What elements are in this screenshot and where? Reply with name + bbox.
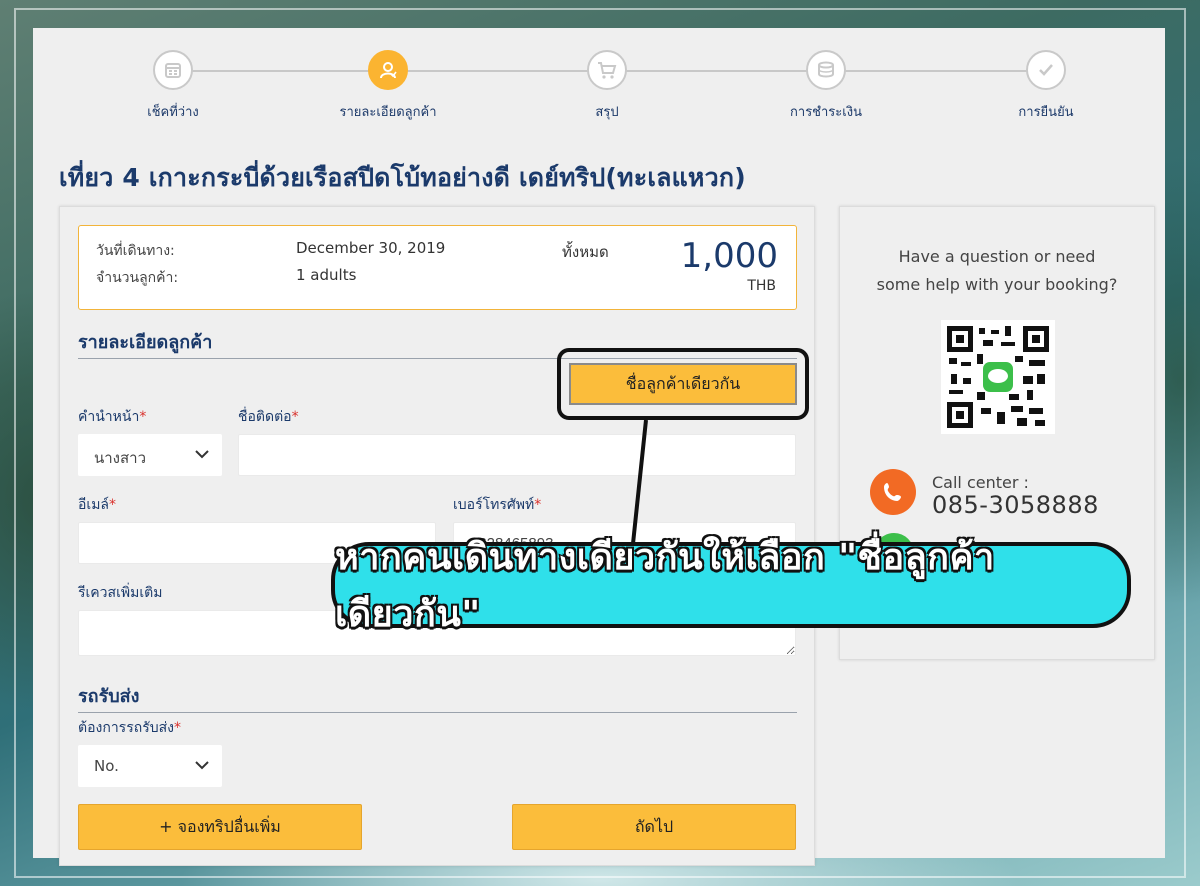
travel-date-value: December 30, 2019 [296, 239, 446, 257]
instruction-callout: หากคนเดินทางเดียวกันให้เลือก "ชื่อลูกค้า… [331, 537, 1131, 635]
step-label: เช็คที่ว่าง [147, 105, 199, 120]
travel-date-label: วันที่เดินทาง: [96, 243, 175, 259]
step-label: รายละเอียดลูกค้า [339, 105, 437, 120]
callout-text: หากคนเดินทางเดียวกันให้เลือก "ชื่อลูกค้า… [335, 537, 995, 635]
transfer-section-title: รถรับส่ง [78, 681, 797, 713]
step-customer-details: รายละเอียดลูกค้า [308, 40, 468, 122]
progress-steps: เช็คที่ว่าง รายละเอียดลูกค้า สรุป การชำร… [93, 40, 1113, 130]
page-title: เที่ยว 4 เกาะกระบี่ด้วยเรือสปีดโบ้ทอย่าง… [59, 163, 746, 192]
step-label: สรุป [595, 105, 619, 120]
check-icon [1026, 50, 1066, 90]
total-price: 1,000 [680, 236, 778, 276]
call-center-number[interactable]: 085-3058888 [932, 491, 1099, 519]
next-button[interactable]: ถัดไป [512, 804, 796, 850]
help-text: Have a question or need some help with y… [840, 243, 1154, 299]
booking-summary: วันที่เดินทาง: December 30, 2019 จำนวนลู… [78, 225, 797, 310]
same-customer-name-button[interactable]: ชื่อลูกค้าเดียวกัน [569, 363, 797, 405]
step-confirmation: การยืนยัน [966, 40, 1126, 122]
step-summary: สรุป [527, 40, 687, 122]
coins-icon [806, 50, 846, 90]
step-payment: การชำระเงิน [746, 40, 906, 122]
contact-name-field[interactable] [238, 434, 796, 476]
prefix-select[interactable]: นางสาว [78, 434, 222, 476]
line-qr-code [941, 320, 1055, 434]
cart-icon [587, 50, 627, 90]
add-trip-button[interactable]: + จองทริปอื่นเพิ่ม [78, 804, 362, 850]
contact-name-label: ชื่อติดต่อ* [238, 409, 299, 425]
prefix-label: คำนำหน้า* [78, 409, 147, 425]
phone-icon[interactable] [870, 469, 916, 515]
total-label: ทั้งหมด [562, 243, 609, 261]
phone-label: เบอร์โทรศัพท์* [453, 497, 542, 513]
user-icon [368, 50, 408, 90]
guests-label: จำนวนลูกค้า: [96, 270, 179, 286]
transfer-need-label: ต้องการรถรับส่ง* [78, 720, 181, 736]
prefix-selected-value: นางสาว [94, 449, 147, 467]
request-label: รีเควสเพิ่มเติม [78, 585, 163, 601]
chevron-down-icon [195, 761, 209, 770]
guests-value: 1 adults [296, 266, 357, 284]
help-line-1: Have a question or need [898, 247, 1096, 266]
calendar-icon [153, 50, 193, 90]
step-label: การชำระเงิน [790, 105, 862, 120]
booking-page: เช็คที่ว่าง รายละเอียดลูกค้า สรุป การชำร… [33, 28, 1165, 866]
currency: THB [747, 278, 776, 294]
chevron-down-icon [195, 450, 209, 459]
transfer-select[interactable]: No. [78, 745, 222, 787]
help-line-2: some help with your booking? [876, 275, 1118, 294]
step-check-availability: เช็คที่ว่าง [93, 40, 253, 122]
call-center-label: Call center : [932, 473, 1029, 492]
email-label: อีเมล์* [78, 497, 117, 513]
step-label: การยืนยัน [1018, 105, 1074, 120]
transfer-selected-value: No. [94, 757, 119, 775]
